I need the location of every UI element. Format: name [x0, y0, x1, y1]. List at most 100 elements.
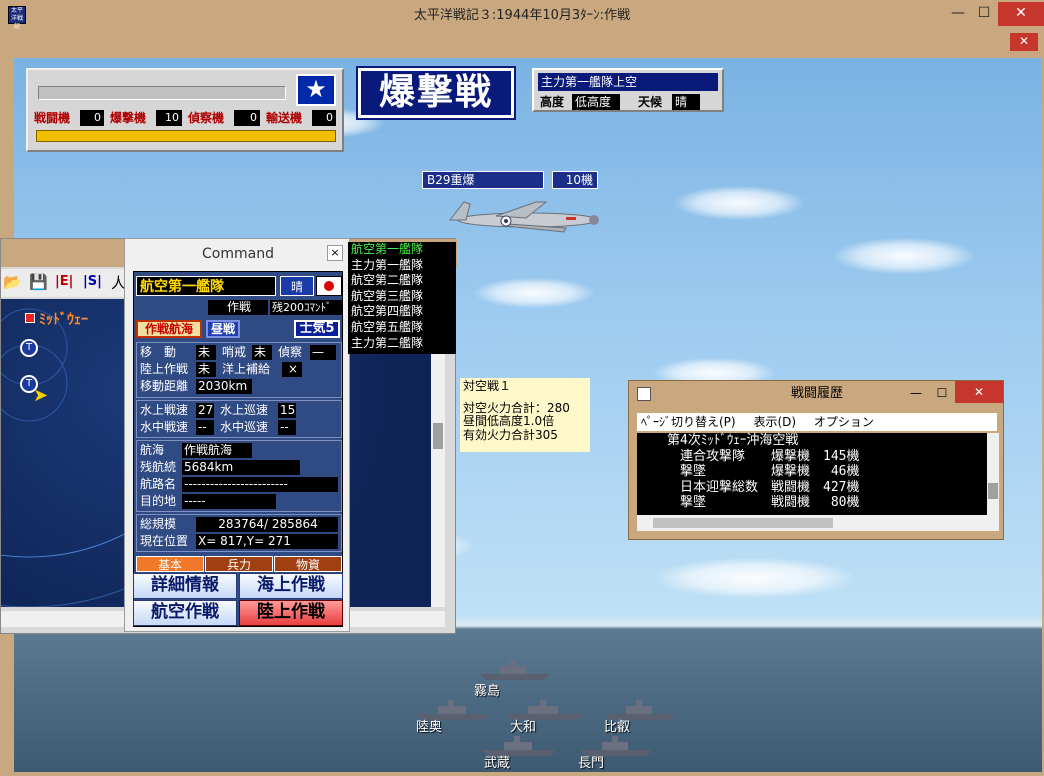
bomber-label: 爆撃機 [110, 111, 147, 125]
history-vertical-scrollbar[interactable] [987, 433, 999, 515]
ship-label: 武蔵 [484, 756, 511, 771]
menu-display[interactable]: 表示(D) [753, 415, 796, 429]
scale-value: 283764/ 285864 [196, 517, 338, 532]
minimize-button[interactable]: — [944, 2, 972, 26]
history-horizontal-scrollbar[interactable] [637, 515, 999, 531]
weather-value: 晴 [672, 94, 700, 110]
underwater-cruise-label: 水中巡速 [220, 420, 269, 434]
history-minimize-button[interactable]: — [903, 383, 929, 405]
surface-cruise-label: 水上巡速 [220, 403, 269, 417]
surface-cruise-value: 15 [278, 403, 296, 418]
bomber-count: 10 [156, 110, 182, 126]
cloud [474, 278, 594, 308]
ship-label: 比叡 [604, 720, 631, 735]
fleet-list-item[interactable]: 航空第四艦隊 [351, 304, 456, 320]
time-badge: 昼戦 [206, 320, 240, 338]
tab-forces[interactable]: 兵力 [205, 556, 273, 572]
voyage-label: 航海 [140, 443, 165, 457]
morale-badge: 士気5 [294, 320, 340, 338]
route-label: 航路名 [140, 477, 177, 491]
aa-title: 対空戦１ [463, 379, 512, 393]
midway-marker-icon[interactable] [25, 313, 35, 323]
history-line: 第4次ﾐｯﾄﾞｳｪｰ沖海空戦 [667, 433, 799, 448]
selected-fleet-name: 航空第一艦隊 [136, 276, 276, 296]
enemy-type-label: B29重爆 [422, 171, 544, 189]
recon-label: 偵察機 [188, 111, 225, 125]
surface-speed-value: 27 [196, 403, 214, 418]
supply-label: 洋上補給 [222, 362, 271, 376]
cloud [834, 238, 974, 274]
command-close-button[interactable]: × [327, 245, 343, 261]
open-folder-icon[interactable]: 📂 [3, 273, 22, 291]
history-line: 日本迎撃総数 戦闘機 427機 [667, 479, 860, 495]
detail-info-button[interactable]: 詳細情報 [133, 573, 237, 599]
flag-icon[interactable]: |S| [83, 274, 102, 289]
range-value: 5684km [182, 460, 300, 475]
move-value: 未 [196, 345, 216, 360]
route-value: ------------------------ [182, 477, 338, 492]
history-close-button[interactable]: ✕ [955, 381, 1003, 403]
land-op-value: 未 [196, 362, 216, 377]
map-toolbar: 📂 💾 |E| |S| 人 [1, 269, 131, 297]
aircraft-status-panel: ★ 戦闘機 0 爆撃機 10 偵察機 0 輸送機 0 [26, 68, 344, 152]
fleet-list-item[interactable]: 航空第一艦隊 [351, 242, 456, 258]
history-line: 撃墜 爆撃機 46機 [667, 464, 860, 480]
fleet-list-item[interactable]: 主力第二艦隊 [351, 336, 456, 352]
fleet-list-item[interactable]: 主力第一艦隊 [351, 258, 456, 274]
pointer-icon: ➤ [33, 385, 49, 406]
weather-label: 天候 [638, 95, 663, 109]
maximize-button[interactable]: ☐ [970, 2, 998, 26]
fleet-marker-icon[interactable]: T [20, 339, 38, 357]
aa-effective-firepower: 有効火力合計305 [463, 427, 558, 442]
land-op-label: 陸上作戦 [140, 362, 189, 376]
tab-basic[interactable]: 基本 [136, 556, 204, 572]
ship-label: 大和 [510, 720, 537, 735]
history-maximize-button[interactable]: ☐ [929, 383, 955, 405]
tab-supplies[interactable]: 物資 [274, 556, 342, 572]
destination-value: ----- [182, 494, 276, 509]
fleet-list-item[interactable]: 航空第五艦隊 [351, 320, 456, 336]
aa-multiplier: 昼間低高度1.0倍 [463, 414, 555, 428]
destination-label: 目的地 [140, 494, 177, 508]
weather-indicator: 晴 [280, 276, 314, 296]
title-bar: 太平洋戦記３:1944年10月3ﾀｰﾝ:作戦 太平洋戦記 — ☐ ✕ [0, 0, 1044, 32]
transport-label: 輸送機 [266, 111, 303, 125]
altitude-value: 低高度 [572, 94, 620, 110]
fighter-label: 戦闘機 [34, 111, 71, 125]
aa-total-firepower: 対空火力合計：280 [463, 400, 570, 415]
fleet-info-panel: 主力第一艦隊上空 高度 低高度 天候 晴 [532, 68, 724, 112]
menu-page-switch[interactable]: ﾍﾟｰｼﾞ切り替え(P) [641, 415, 736, 429]
save-icon[interactable]: 💾 [29, 273, 48, 291]
fleet-list-item[interactable]: 航空第三艦隊 [351, 289, 456, 305]
air-operation-button[interactable]: 航空作戦 [133, 600, 237, 626]
fleet-list: 航空第一艦隊 主力第一艦隊 航空第二艦隊 航空第三艦隊 航空第四艦隊 航空第五艦… [348, 242, 456, 354]
history-menu-bar: ﾍﾟｰｼﾞ切り替え(P) 表示(D) オプション [637, 413, 997, 431]
mode-value: 作戦 [208, 300, 268, 315]
history-log: 第4次ﾐｯﾄﾞｳｪｰ沖海空戦 連合攻撃隊 爆撃機 145機 撃墜 爆撃機 46機… [637, 433, 987, 515]
inner-close-button[interactable]: ✕ [1010, 33, 1038, 51]
fighter-count: 0 [80, 110, 104, 126]
recon-count: 0 [234, 110, 260, 126]
land-operation-button[interactable]: 陸上作戦 [239, 600, 343, 626]
underwater-speed-value: -- [196, 420, 214, 435]
distance-label: 移動距離 [140, 379, 189, 393]
menu-options[interactable]: オプション [814, 415, 874, 429]
history-line: 連合攻撃隊 爆撃機 145機 [667, 448, 860, 464]
scale-label: 総規模 [140, 517, 177, 531]
naval-operation-button[interactable]: 海上作戦 [239, 573, 343, 599]
history-line: 撃墜 戦闘機 80機 [667, 495, 860, 511]
midway-label: ﾐｯﾄﾞｳｪｰ [39, 312, 88, 328]
recon-value: — [310, 345, 336, 360]
move-label: 移 動 [140, 345, 177, 359]
cloud [654, 558, 854, 598]
fleet-location: 主力第一艦隊上空 [538, 73, 718, 91]
flag-icon[interactable]: |E| [55, 274, 73, 289]
surface-speed-label: 水上戦速 [140, 403, 189, 417]
remaining-commands: 残200ｺﾏﾝﾄﾞ [270, 300, 342, 315]
fleet-list-item[interactable]: 航空第二艦隊 [351, 273, 456, 289]
position-value: X= 817,Y= 271 [196, 534, 338, 549]
app-icon[interactable]: 太平洋戦記 [8, 6, 26, 30]
transport-count: 0 [312, 110, 336, 126]
voyage-value: 作戦航海 [182, 443, 252, 458]
close-button[interactable]: ✕ [998, 2, 1044, 26]
